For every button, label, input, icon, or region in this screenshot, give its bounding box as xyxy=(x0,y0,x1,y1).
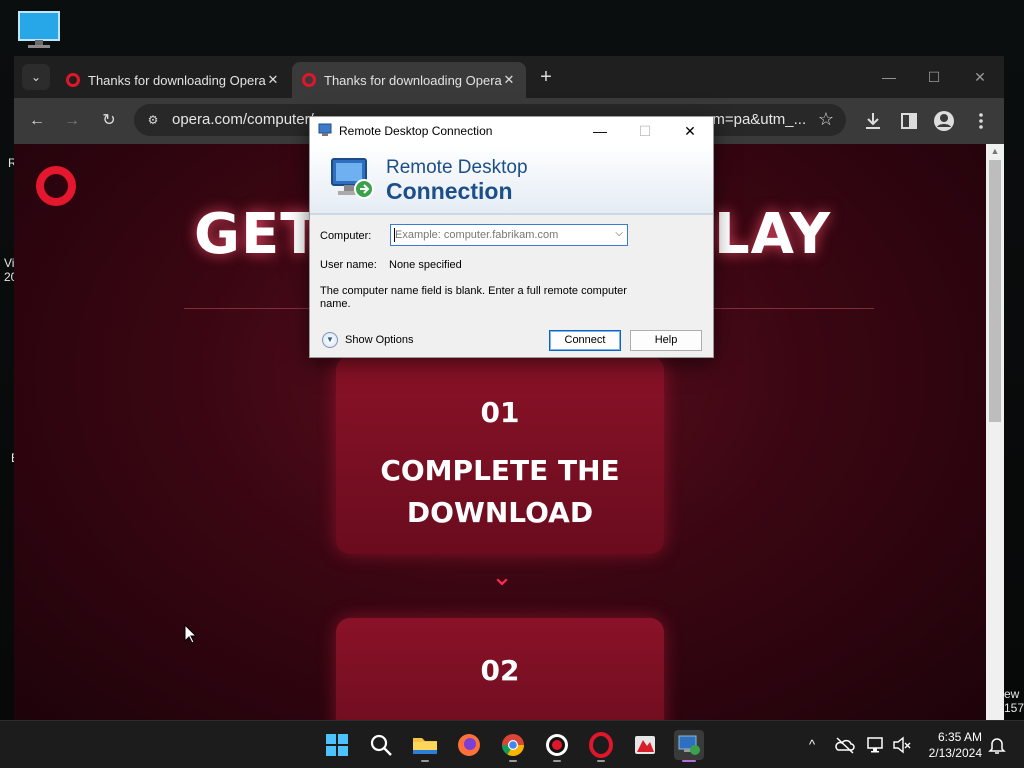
chevron-down-icon: ⌄ xyxy=(491,561,513,591)
clock-date: 2/13/2024 xyxy=(928,746,982,760)
banner-line2: Connection xyxy=(386,178,513,204)
profile-icon[interactable] xyxy=(931,108,957,134)
opera-icon[interactable] xyxy=(586,730,616,762)
address-url-end: um=pa&utm_... xyxy=(704,111,807,128)
opera-favicon-icon xyxy=(302,73,316,87)
headline-right: LAY xyxy=(714,202,832,267)
volume-muted-icon[interactable] xyxy=(891,734,913,756)
window-maximize-button[interactable]: ☐ xyxy=(919,66,949,88)
page-scrollbar[interactable]: ▲ xyxy=(986,144,1004,720)
username-label: User name: xyxy=(320,259,377,271)
scroll-up-icon[interactable]: ▲ xyxy=(986,144,1004,158)
side-panel-icon[interactable] xyxy=(896,108,922,134)
dialog-title: Remote Desktop Connection xyxy=(339,124,493,138)
tab-list-button[interactable]: ⌄ xyxy=(22,64,50,90)
window-minimize-button[interactable]: — xyxy=(874,66,904,88)
taskbar: ^ 6:35 AM 2/13/2024 xyxy=(0,720,1024,768)
desktop-edge-text: Vi xyxy=(4,256,15,270)
windows-start-icon[interactable] xyxy=(322,730,352,760)
network-icon[interactable] xyxy=(865,734,887,756)
reload-button[interactable]: ↻ xyxy=(96,108,122,134)
computer-placeholder: Example: computer.fabrikam.com xyxy=(395,229,559,241)
remote-desktop-monitor-icon xyxy=(331,158,374,199)
menu-icon[interactable] xyxy=(968,108,994,134)
tab-title: Thanks for downloading Opera xyxy=(324,73,502,88)
dialog-titlebar[interactable]: Remote Desktop Connection — ☐ ✕ xyxy=(310,117,713,145)
tab-opera-download-1[interactable]: Thanks for downloading Opera ✕ xyxy=(56,62,290,98)
username-value: None specified xyxy=(389,259,462,271)
firefox-icon[interactable] xyxy=(454,730,484,760)
active-indicator xyxy=(682,760,696,762)
dialog-maximize-button[interactable]: ☐ xyxy=(623,119,667,143)
record-icon[interactable] xyxy=(542,730,572,762)
banner-line1: Remote Desktop xyxy=(386,157,528,178)
help-button[interactable]: Help xyxy=(630,330,702,351)
tab-close-icon[interactable]: ✕ xyxy=(264,71,282,89)
system-clock[interactable]: 6:35 AM 2/13/2024 xyxy=(929,729,982,761)
new-tab-button[interactable]: + xyxy=(534,66,558,90)
bookmark-star-icon[interactable]: ☆ xyxy=(818,109,834,130)
tray-overflow-chevron-icon[interactable]: ^ xyxy=(801,734,823,756)
remote-desktop-taskbar-icon[interactable] xyxy=(674,730,704,762)
headline-left: GET xyxy=(194,202,320,267)
computer-desktop-icon[interactable] xyxy=(17,10,61,50)
clock-time: 6:35 AM xyxy=(937,730,982,744)
tab-opera-download-2[interactable]: Thanks for downloading Opera ✕ xyxy=(292,62,526,98)
red-app-icon[interactable] xyxy=(630,730,660,760)
tab-close-icon[interactable]: ✕ xyxy=(500,71,518,89)
show-options-link[interactable]: Show Options xyxy=(345,334,413,346)
site-info-icon[interactable]: ⚙ xyxy=(144,111,162,129)
step-text-line1: COMPLETE THE xyxy=(380,454,620,487)
download-icon[interactable] xyxy=(860,108,886,134)
file-explorer-icon[interactable] xyxy=(410,730,440,762)
running-indicator xyxy=(553,760,561,762)
blank-computer-message: The computer name field is blank. Enter … xyxy=(320,285,627,310)
connect-button[interactable]: Connect xyxy=(549,330,621,351)
dialog-minimize-button[interactable]: — xyxy=(578,119,622,143)
computer-label: Computer: xyxy=(320,230,372,242)
opera-favicon-icon xyxy=(66,73,80,87)
step-text-line2: DOWNLOAD xyxy=(406,496,594,529)
running-indicator xyxy=(509,760,517,762)
dialog-banner: Remote Desktop Connection xyxy=(310,145,713,215)
notification-bell-icon[interactable] xyxy=(986,734,1008,756)
dialog-close-button[interactable]: ✕ xyxy=(668,119,712,143)
opera-logo-icon[interactable] xyxy=(36,166,76,206)
remote-desktop-dialog: Remote Desktop Connection — ☐ ✕ Remote D… xyxy=(309,116,714,358)
onedrive-offline-icon[interactable] xyxy=(834,734,856,756)
mouse-cursor-icon xyxy=(184,624,198,644)
scrollbar-thumb[interactable] xyxy=(989,160,1001,422)
window-close-button[interactable]: ✕ xyxy=(965,66,995,88)
step-number: 01 xyxy=(480,396,520,429)
chevron-down-icon[interactable]: ⌵ xyxy=(615,228,623,239)
forward-button[interactable]: → xyxy=(59,108,85,134)
tab-strip: ⌄ Thanks for downloading Opera ✕ Thanks … xyxy=(14,56,1004,98)
desktop-edge-text: ew xyxy=(1004,687,1020,701)
search-icon[interactable] xyxy=(366,730,396,760)
running-indicator xyxy=(597,760,605,762)
step-card-2: 02 xyxy=(336,618,664,720)
step-card-1: 01 COMPLETE THE DOWNLOAD xyxy=(336,356,664,554)
back-button[interactable]: ← xyxy=(24,108,50,134)
remote-desktop-small-icon xyxy=(318,123,332,136)
show-options-chevron-icon[interactable]: ▼ xyxy=(322,332,338,348)
running-indicator xyxy=(421,760,429,762)
computer-combobox[interactable]: Example: computer.fabrikam.com ⌵ xyxy=(390,224,628,246)
chrome-icon[interactable] xyxy=(498,730,528,762)
address-url-start: opera.com/computer/ xyxy=(172,111,314,128)
tab-title: Thanks for downloading Opera xyxy=(88,73,266,88)
step-number: 02 xyxy=(480,654,520,687)
desktop-edge-text: 157 xyxy=(1004,701,1024,715)
